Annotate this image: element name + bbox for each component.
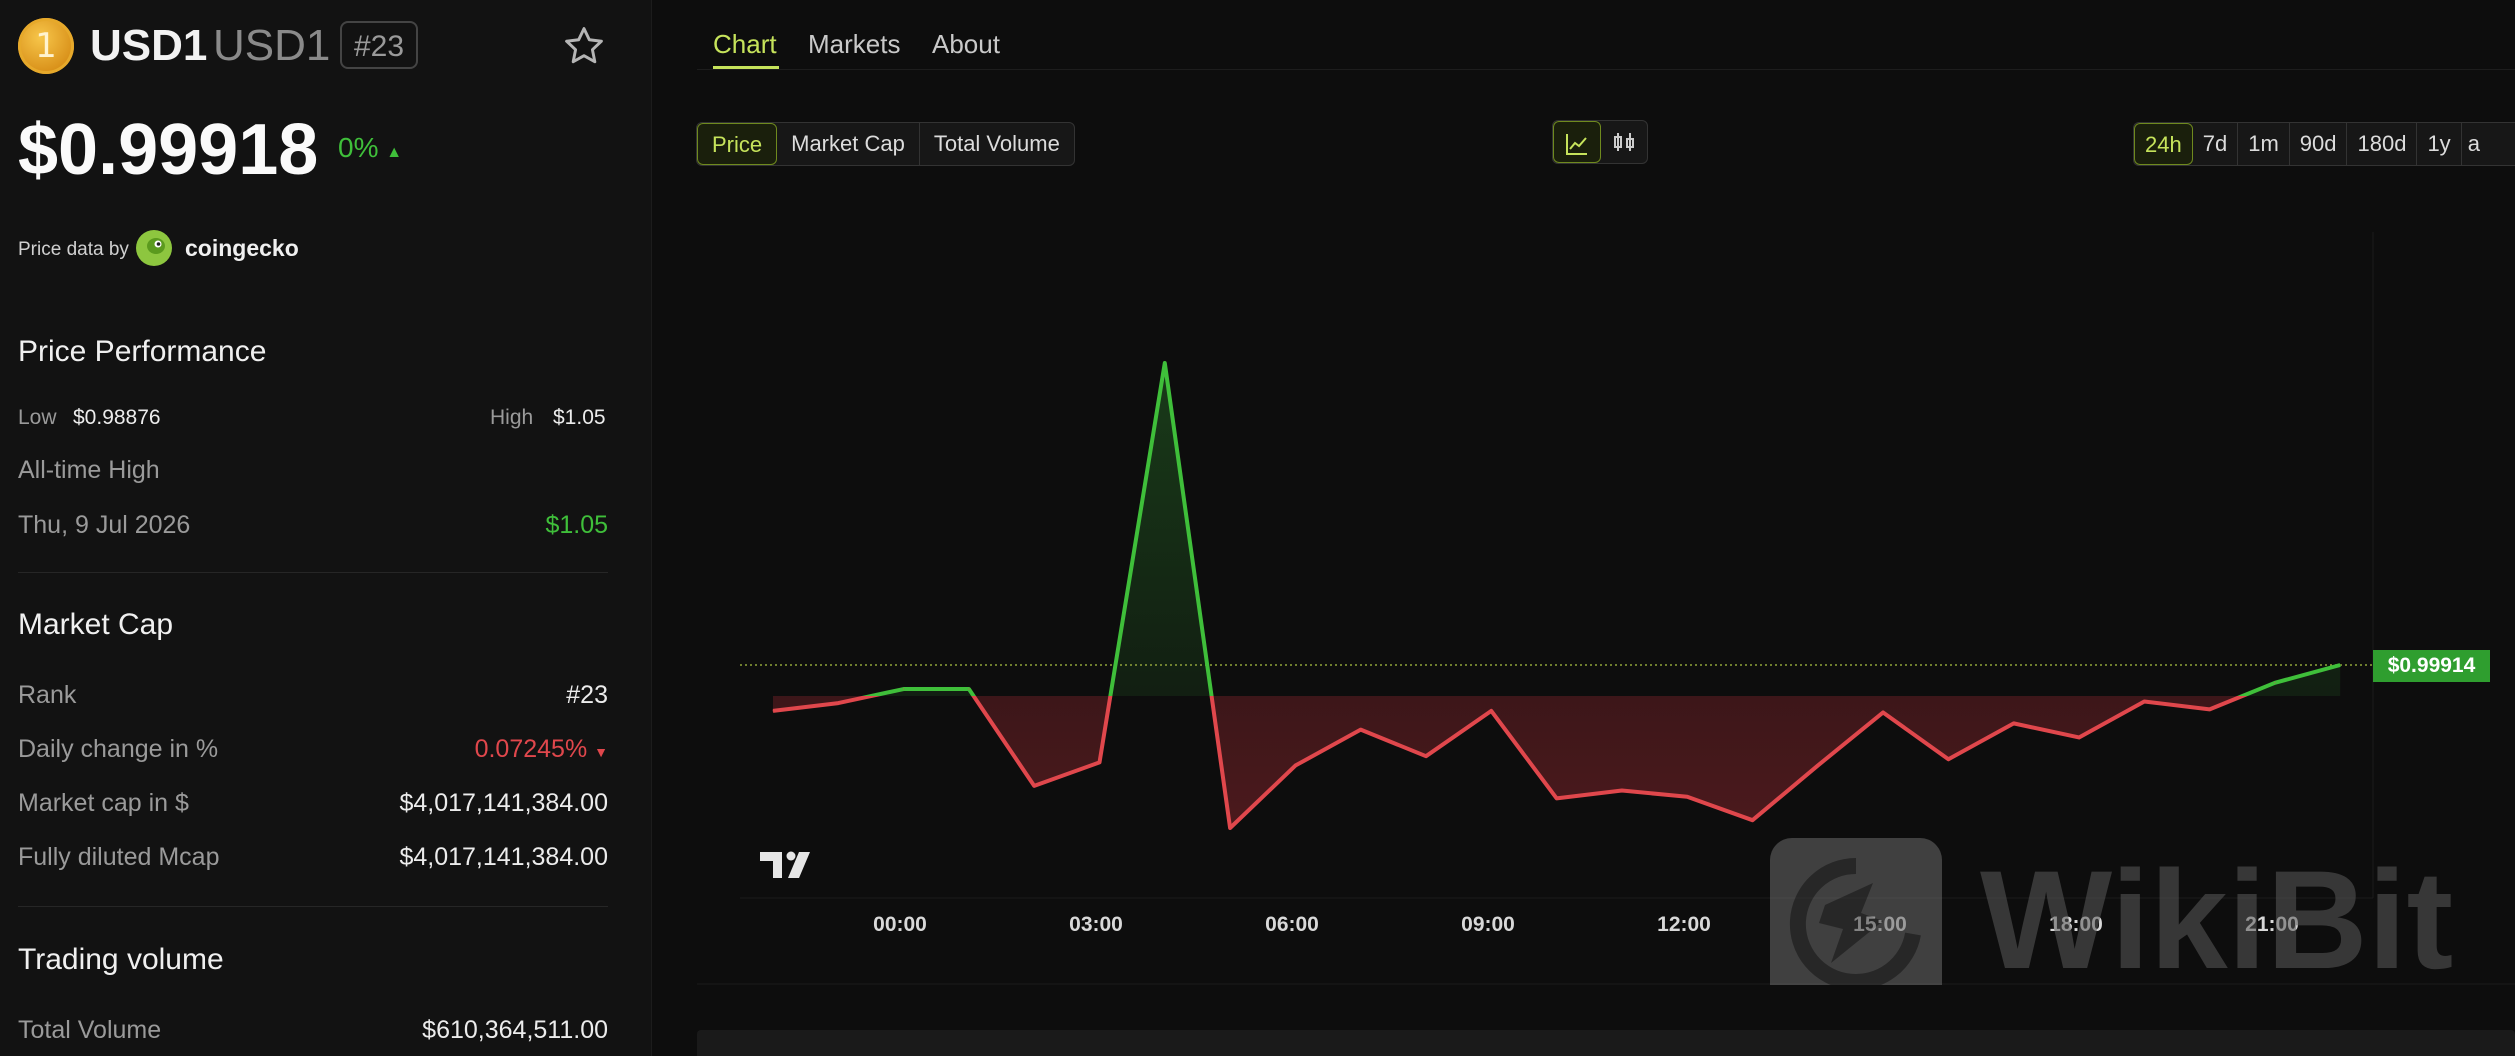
rank-value: #23 <box>566 681 608 709</box>
range-180d-button[interactable]: 180d <box>2347 123 2418 165</box>
daily-change-label: Daily change in % <box>18 735 219 763</box>
total-volume-label: Total Volume <box>18 1016 162 1044</box>
low-value: $0.98876 <box>73 406 161 429</box>
coin-info-panel: 1 USD1 USD1 #23 $0.99918 0% ▲ Price data… <box>0 0 652 1056</box>
data-point <box>1490 710 1492 712</box>
x-tick-label: 03:00 <box>1069 913 1123 936</box>
range-7d-button[interactable]: 7d <box>2193 123 2239 165</box>
metric-market-cap-button[interactable]: Market Cap <box>777 123 920 165</box>
tab-chart[interactable]: Chart <box>713 27 777 61</box>
data-point <box>1882 711 1884 713</box>
line-chart-icon <box>1566 134 1587 155</box>
chart-type-toggle <box>1552 120 1648 164</box>
line-chart-button[interactable] <box>1553 121 1601 163</box>
data-point <box>1294 765 1296 767</box>
market-cap-title: Market Cap <box>18 608 174 641</box>
data-point <box>837 702 839 704</box>
data-point <box>903 688 905 690</box>
range-all-button[interactable]: a <box>2462 123 2486 165</box>
wikibit-watermark-logo-icon <box>1770 838 1942 985</box>
rank-label: Rank <box>18 681 77 709</box>
data-point <box>2013 722 2015 724</box>
data-point <box>1425 755 1427 757</box>
star-icon[interactable] <box>562 24 606 68</box>
current-price: $0.99918 <box>18 110 319 190</box>
up-arrow-icon: ▲ <box>386 144 403 161</box>
trading-volume-title: Trading volume <box>18 943 224 976</box>
data-point <box>1686 796 1688 798</box>
tradingview-logo-icon <box>760 851 810 878</box>
data-point <box>1556 797 1558 799</box>
range-1y-button[interactable]: 1y <box>2417 123 2462 165</box>
ath-date: Thu, 9 Jul 2026 <box>18 511 191 539</box>
data-point <box>1752 819 1753 821</box>
mcap-label: Market cap in $ <box>18 789 189 817</box>
coin-symbol: USD1 <box>90 21 208 70</box>
ath-value: $1.05 <box>545 511 608 539</box>
x-tick-label: 00:00 <box>873 913 927 936</box>
total-volume-value: $610,364,511.00 <box>422 1016 608 1044</box>
high-label: High <box>490 406 534 429</box>
data-point <box>968 688 970 690</box>
price-change: 0% ▲ <box>338 132 403 163</box>
data-point <box>2209 708 2211 710</box>
data-point <box>2339 664 2341 666</box>
candlestick-button[interactable] <box>1601 121 1647 163</box>
tab-markets[interactable]: Markets <box>808 27 900 61</box>
data-point <box>1947 758 1949 760</box>
chart-area-fill <box>773 363 2341 828</box>
mcap-value: $4,017,141,384.00 <box>399 789 608 817</box>
high-value: $1.05 <box>553 406 606 429</box>
data-point <box>1164 362 1166 364</box>
range-1m-button[interactable]: 1m <box>2238 123 2290 165</box>
data-point <box>1229 827 1231 829</box>
low-label: Low <box>18 406 57 429</box>
metric-total-volume-button[interactable]: Total Volume <box>920 123 1074 165</box>
coingecko-logo-icon[interactable] <box>136 230 172 266</box>
divider <box>18 572 608 573</box>
daily-change-value: 0.07245% ▼ <box>474 735 608 763</box>
data-point <box>2274 682 2276 684</box>
rank-badge: #23 <box>340 21 419 69</box>
data-point <box>1099 761 1100 763</box>
data-point <box>2143 701 2145 703</box>
data-point <box>1360 729 1362 731</box>
candlestick-icon <box>1614 133 1634 151</box>
range-90d-button[interactable]: 90d <box>2290 123 2348 165</box>
price-performance-title: Price Performance <box>18 335 267 368</box>
data-point <box>1033 785 1035 787</box>
metric-toggle: Price Market Cap Total Volume <box>696 122 1075 166</box>
tab-about[interactable]: About <box>932 27 1000 61</box>
fdv-value: $4,017,141,384.00 <box>399 843 608 871</box>
price-chart[interactable]: 00:0003:0006:0009:0012:0015:0018:0021:00… <box>697 170 2515 985</box>
bottom-panel <box>697 1030 2515 1056</box>
data-point <box>2078 736 2080 738</box>
area-fill <box>773 696 2341 828</box>
x-tick-label: 06:00 <box>1265 913 1319 936</box>
data-point <box>772 710 774 712</box>
tabs-divider <box>697 69 2515 70</box>
coin-name: USD1 <box>213 21 331 70</box>
coingecko-link[interactable]: coingecko <box>185 234 299 262</box>
divider <box>18 906 608 907</box>
current-price-tag: $0.99914 <box>2373 650 2490 682</box>
price-data-label: Price data by <box>18 239 129 260</box>
fdv-label: Fully diluted Mcap <box>18 843 220 871</box>
metric-price-button[interactable]: Price <box>697 123 778 165</box>
ath-label: All-time High <box>18 456 160 484</box>
x-tick-label: 12:00 <box>1657 913 1711 936</box>
time-range-toggle: 24h 7d 1m 90d 180d 1y a <box>2133 122 2515 166</box>
data-point <box>1621 790 1623 792</box>
down-arrow-icon: ▼ <box>594 744 608 760</box>
range-24h-button[interactable]: 24h <box>2134 123 2193 165</box>
x-tick-label: 09:00 <box>1461 913 1515 936</box>
coin-logo-icon: 1 <box>18 18 74 74</box>
data-point <box>1817 765 1819 767</box>
watermark-text: WikiBit <box>1980 841 2453 985</box>
